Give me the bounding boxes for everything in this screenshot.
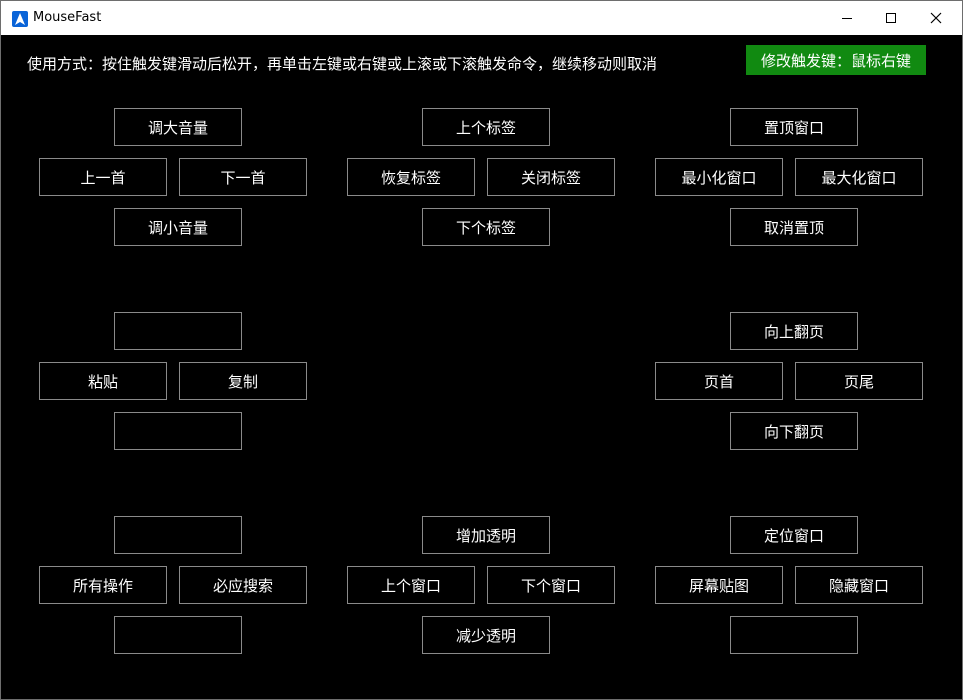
clipboard-up-button[interactable] [114,312,242,350]
maximize-icon [886,13,896,23]
page-end-button[interactable]: 页尾 [795,362,923,400]
minimize-window-button[interactable]: 最小化窗口 [655,158,783,196]
maximize-button[interactable] [868,1,914,35]
previous-track-button[interactable]: 上一首 [39,158,167,196]
volume-down-button[interactable]: 调小音量 [114,208,242,246]
pin-window-button[interactable]: 置顶窗口 [730,108,858,146]
previous-tab-button[interactable]: 上个标签 [422,108,550,146]
page-up-button[interactable]: 向上翻页 [730,312,858,350]
window-tools-down-button[interactable] [730,616,858,654]
minimize-icon [842,18,852,19]
close-icon [930,12,942,24]
usage-instructions: 使用方式：按住触发键滑动后松开，再单击左键或右键或上滚或下滚触发命令，继续移动则… [27,55,658,73]
close-tab-button[interactable]: 关闭标签 [487,158,615,196]
all-actions-button[interactable]: 所有操作 [39,566,167,604]
maximize-window-button[interactable]: 最大化窗口 [795,158,923,196]
decrease-transparency-button[interactable]: 减少透明 [422,616,550,654]
unpin-window-button[interactable]: 取消置顶 [730,208,858,246]
paste-button[interactable]: 粘贴 [39,362,167,400]
change-trigger-key-button[interactable]: 修改触发键：鼠标右键 [746,45,926,75]
copy-button[interactable]: 复制 [179,362,307,400]
next-track-button[interactable]: 下一首 [179,158,307,196]
page-home-button[interactable]: 页首 [655,362,783,400]
bing-search-button[interactable]: 必应搜索 [179,566,307,604]
locate-window-button[interactable]: 定位窗口 [730,516,858,554]
increase-transparency-button[interactable]: 增加透明 [422,516,550,554]
app-window: MouseFast 使用方式：按住触发键滑动后松开，再单击左键或右键或上滚或下滚… [0,0,963,700]
previous-window-button[interactable]: 上个窗口 [347,566,475,604]
misc-down-button[interactable] [114,616,242,654]
close-button[interactable] [913,1,959,35]
next-tab-button[interactable]: 下个标签 [422,208,550,246]
restore-tab-button[interactable]: 恢复标签 [347,158,475,196]
volume-up-button[interactable]: 调大音量 [114,108,242,146]
screen-pin-button[interactable]: 屏幕贴图 [655,566,783,604]
misc-up-button[interactable] [114,516,242,554]
page-down-button[interactable]: 向下翻页 [730,412,858,450]
minimize-button[interactable] [824,1,870,35]
window-title: MouseFast [33,10,102,25]
next-window-button[interactable]: 下个窗口 [487,566,615,604]
hide-window-button[interactable]: 隐藏窗口 [795,566,923,604]
clipboard-down-button[interactable] [114,412,242,450]
title-bar[interactable]: MouseFast [1,1,962,35]
app-arrow-icon [12,11,28,27]
